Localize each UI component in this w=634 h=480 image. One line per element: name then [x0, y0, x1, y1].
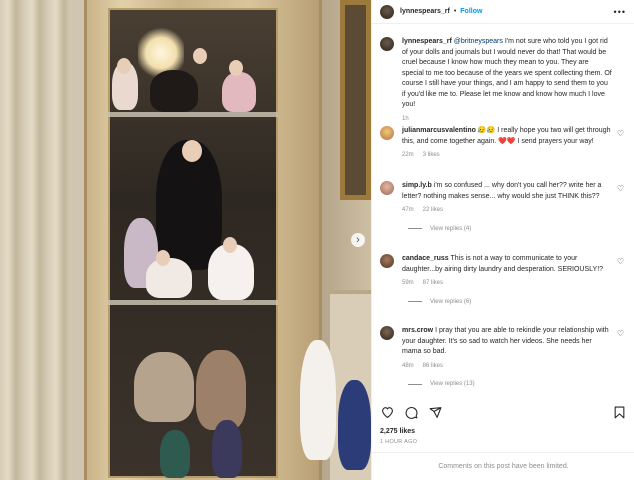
- view-replies-button[interactable]: View replies (13): [408, 379, 612, 390]
- photo-doll: [212, 420, 242, 478]
- comment-likes[interactable]: 3 likes: [423, 150, 440, 161]
- comment-likes[interactable]: 87 likes: [423, 278, 443, 289]
- caption-time: 1h: [402, 115, 409, 122]
- more-options-icon[interactable]: •••: [614, 7, 626, 17]
- comment-username[interactable]: julianmarcusvalentino: [402, 127, 476, 134]
- comment-item: julianmarcusvalentino 😥😥 I really hope y…: [380, 126, 630, 161]
- comment-text: I pray that you are able to rekindle you…: [402, 327, 609, 355]
- comment-item: simp.ly.b i'm so confused ... why don't …: [380, 181, 630, 234]
- comment-meta: 47m 22 likes: [402, 205, 612, 216]
- photo-shelf: [108, 112, 278, 117]
- comment-time: 48m: [402, 362, 414, 369]
- comment-meta: 48m 86 likes: [402, 361, 612, 372]
- post-photo: ›: [0, 0, 371, 480]
- avatar[interactable]: [380, 326, 394, 340]
- comment-body: candace_russ This is not a way to commun…: [402, 254, 612, 307]
- comment-username[interactable]: mrs.crow: [402, 327, 433, 334]
- comment-body: simp.ly.b i'm so confused ... why don't …: [402, 181, 612, 234]
- comment-text: i'm so confused ... why don't you call h…: [402, 182, 602, 200]
- photo-picture-frame: [340, 0, 371, 200]
- avatar[interactable]: [380, 4, 394, 19]
- chevron-right-icon: ›: [356, 233, 360, 246]
- comment-meta: 59m 87 likes: [402, 278, 612, 289]
- likes-count[interactable]: 2,275 likes: [380, 428, 415, 435]
- share-icon[interactable]: [428, 405, 442, 419]
- comment-like-heart-icon[interactable]: ♡: [617, 129, 624, 138]
- bookmark-icon[interactable]: [612, 405, 626, 419]
- comment-like-heart-icon[interactable]: ♡: [617, 184, 624, 193]
- comment-meta: 22m 3 likes: [402, 150, 612, 161]
- photo-doll-head: [117, 58, 131, 74]
- replies-line: [408, 228, 422, 230]
- view-replies-label[interactable]: View replies (4): [430, 224, 471, 235]
- comment-time: 22m: [402, 152, 414, 158]
- caption-mention[interactable]: @britneyspears: [454, 38, 503, 45]
- view-replies-label[interactable]: View replies (6): [430, 297, 471, 308]
- photo-doll-head: [193, 48, 207, 64]
- caption-meta: 1h: [402, 114, 612, 125]
- comment-likes[interactable]: 22 likes: [423, 205, 443, 216]
- post-date[interactable]: 1 HOUR AGO: [380, 439, 417, 445]
- likes-number: 2,275: [380, 428, 398, 435]
- post-header: lynnespears_rf • Follow •••: [372, 0, 634, 24]
- comment-item: candace_russ This is not a way to commun…: [380, 254, 630, 307]
- comment-username[interactable]: simp.ly.b: [402, 182, 432, 189]
- heart-icon[interactable]: [380, 405, 394, 419]
- comment-like-heart-icon[interactable]: ♡: [617, 329, 624, 338]
- photo-doll: [222, 72, 256, 112]
- photo-doll: [146, 258, 192, 298]
- caption: lynnespears_rf @britneyspears I'm not su…: [380, 37, 630, 124]
- photo-curtain: [0, 0, 70, 480]
- comment-username[interactable]: candace_russ: [402, 255, 449, 262]
- photo-doll: [150, 70, 198, 112]
- comment-time: 59m: [402, 280, 414, 286]
- comment-time: 47m: [402, 207, 414, 213]
- view-replies-label[interactable]: View replies (13): [430, 379, 475, 390]
- post-actions: [380, 402, 626, 422]
- comment-body: julianmarcusvalentino 😥😥 I really hope y…: [402, 126, 612, 161]
- post-side-panel: lynnespears_rf • Follow ••• lynnespears_…: [371, 0, 634, 480]
- comment-item: mrs.crow I pray that you are able to rek…: [380, 326, 630, 390]
- photo-doll-head: [229, 60, 243, 76]
- post-author-username[interactable]: lynnespears_rf: [400, 8, 450, 15]
- replies-line: [408, 383, 422, 385]
- follow-button[interactable]: Follow: [460, 8, 482, 15]
- comment-likes[interactable]: 86 likes: [423, 361, 443, 372]
- avatar[interactable]: [380, 254, 394, 268]
- comment-icon[interactable]: [404, 405, 418, 419]
- photo-doll-head: [156, 250, 170, 266]
- photo-doll: [300, 340, 336, 460]
- photo-doll: [338, 380, 371, 470]
- photo-shelf: [108, 300, 278, 305]
- likes-suffix: likes: [399, 428, 416, 435]
- avatar[interactable]: [380, 181, 394, 195]
- comments-limited-notice: Comments on this post have been limited.: [372, 452, 634, 480]
- view-replies-button[interactable]: View replies (6): [408, 297, 612, 308]
- caption-body: lynnespears_rf @britneyspears I'm not su…: [402, 37, 612, 124]
- separator-dot: •: [453, 8, 457, 15]
- photo-doll: [134, 352, 194, 422]
- photo-doll: [160, 430, 190, 478]
- next-image-button[interactable]: ›: [351, 233, 365, 247]
- photo-doll-head: [223, 237, 237, 253]
- comment-body: mrs.crow I pray that you are able to rek…: [402, 326, 612, 390]
- replies-line: [408, 301, 422, 303]
- avatar[interactable]: [380, 126, 394, 140]
- caption-username[interactable]: lynnespears_rf: [402, 38, 452, 45]
- photo-doll: [196, 350, 246, 430]
- view-replies-button[interactable]: View replies (4): [408, 224, 612, 235]
- caption-text: I'm not sure who told you I got rid of y…: [402, 38, 612, 108]
- photo-doll-head: [182, 140, 202, 162]
- avatar[interactable]: [380, 37, 394, 51]
- comment-like-heart-icon[interactable]: ♡: [617, 257, 624, 266]
